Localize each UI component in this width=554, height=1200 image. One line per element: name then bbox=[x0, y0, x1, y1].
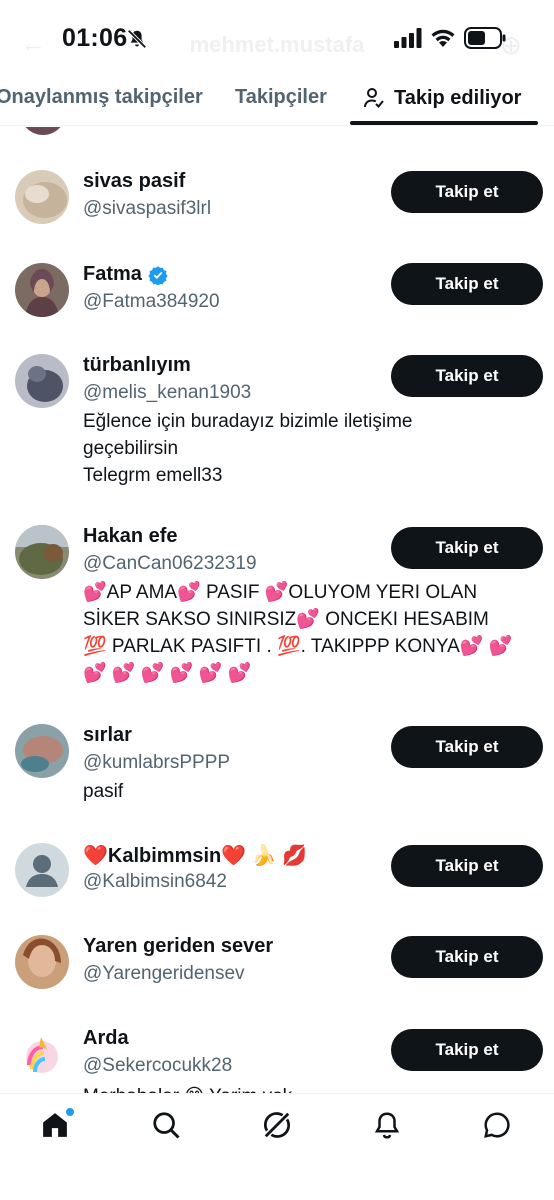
user-name[interactable]: Yaren geriden sever bbox=[83, 935, 273, 958]
user-name[interactable]: sivas pasif bbox=[83, 170, 185, 193]
user-name[interactable]: Fatma bbox=[83, 263, 168, 286]
user-bio: 💕AP AMA💕 PASIF 💕OLUYOM YERI OLAN SİKER S… bbox=[83, 582, 513, 684]
verified-badge-icon bbox=[148, 265, 168, 285]
user-handle: @kumlabrsPPPP bbox=[83, 752, 231, 773]
person-check-icon bbox=[364, 88, 384, 108]
avatar[interactable] bbox=[15, 525, 69, 579]
user-bio: Merhabalar 😊 Yarim yok bbox=[83, 1083, 523, 1093]
avatar[interactable] bbox=[15, 935, 69, 989]
nav-grok[interactable] bbox=[262, 1110, 296, 1144]
follow-button[interactable]: Takip et bbox=[391, 1029, 543, 1071]
user-name[interactable]: Arda bbox=[83, 1027, 129, 1050]
follow-tabs: Onaylanmış takipçiler Takipçiler Takip e… bbox=[0, 76, 554, 126]
messages-icon bbox=[484, 1112, 510, 1138]
tab-following-label: Takip ediliyor bbox=[394, 86, 522, 109]
user-handle: @melis_kenan1903 bbox=[83, 382, 252, 403]
follow-button[interactable]: Takip et bbox=[391, 263, 543, 305]
avatar[interactable] bbox=[15, 1027, 69, 1081]
user-handle: @Sekercocukk28 bbox=[83, 1055, 233, 1076]
avatar[interactable] bbox=[20, 127, 66, 135]
user-handle: @Yarengeridensev bbox=[83, 963, 245, 984]
follow-button[interactable]: Takip et bbox=[391, 936, 543, 978]
following-list: sivas pasif @sivaspasif3lrl Takip et Fat… bbox=[0, 127, 554, 1093]
user-name[interactable]: Hakan efe bbox=[83, 525, 178, 548]
home-icon bbox=[43, 1113, 67, 1137]
clock: 01:06 bbox=[62, 24, 128, 52]
avatar[interactable] bbox=[15, 354, 69, 408]
tab-verified-followers[interactable]: Onaylanmış takipçiler bbox=[0, 86, 203, 109]
nav-home[interactable] bbox=[40, 1108, 74, 1144]
user-name[interactable]: sırlar bbox=[83, 724, 132, 747]
user-name[interactable]: ❤️Kalbimmsin❤️ 🍌 💋 bbox=[83, 843, 307, 868]
user-name[interactable]: türbanlıyım bbox=[83, 354, 191, 377]
follow-button[interactable]: Takip et bbox=[391, 845, 543, 887]
user-handle: @Kalbimsin6842 bbox=[83, 871, 227, 892]
bell-off-icon bbox=[127, 29, 147, 49]
follow-button[interactable]: Takip et bbox=[391, 355, 543, 397]
follow-button[interactable]: Takip et bbox=[391, 726, 543, 768]
nav-search[interactable] bbox=[151, 1110, 185, 1144]
user-handle: @CanCan06232319 bbox=[83, 553, 257, 574]
battery-icon bbox=[464, 27, 506, 49]
user-bio: Eğlence için buradayız bizimle iletişime… bbox=[83, 411, 413, 486]
search-icon bbox=[153, 1112, 180, 1139]
bottom-nav bbox=[0, 1093, 554, 1200]
follow-button[interactable]: Takip et bbox=[391, 527, 543, 569]
notifications-icon bbox=[374, 1112, 400, 1139]
status-bar: ← mehmet.mustafa ⊕ 01:06 bbox=[0, 0, 554, 76]
notification-dot bbox=[66, 1108, 74, 1116]
user-bio: pasif bbox=[83, 781, 124, 802]
avatar[interactable] bbox=[15, 724, 69, 778]
user-handle: @sivaspasif3lrl bbox=[83, 198, 212, 219]
active-tab-indicator bbox=[350, 121, 538, 125]
nav-notifications[interactable] bbox=[372, 1110, 406, 1144]
avatar[interactable] bbox=[15, 263, 69, 317]
tab-following[interactable]: Takip ediliyor bbox=[362, 86, 521, 110]
signal-icon bbox=[394, 28, 422, 48]
follow-button[interactable]: Takip et bbox=[391, 171, 543, 213]
user-handle: @Fatma384920 bbox=[83, 291, 220, 312]
default-avatar[interactable] bbox=[15, 843, 69, 897]
tab-followers[interactable]: Takipçiler bbox=[235, 86, 327, 109]
grok-icon bbox=[263, 1112, 291, 1138]
nav-messages[interactable] bbox=[482, 1110, 516, 1144]
wifi-icon bbox=[431, 29, 455, 47]
avatar[interactable] bbox=[15, 170, 69, 224]
